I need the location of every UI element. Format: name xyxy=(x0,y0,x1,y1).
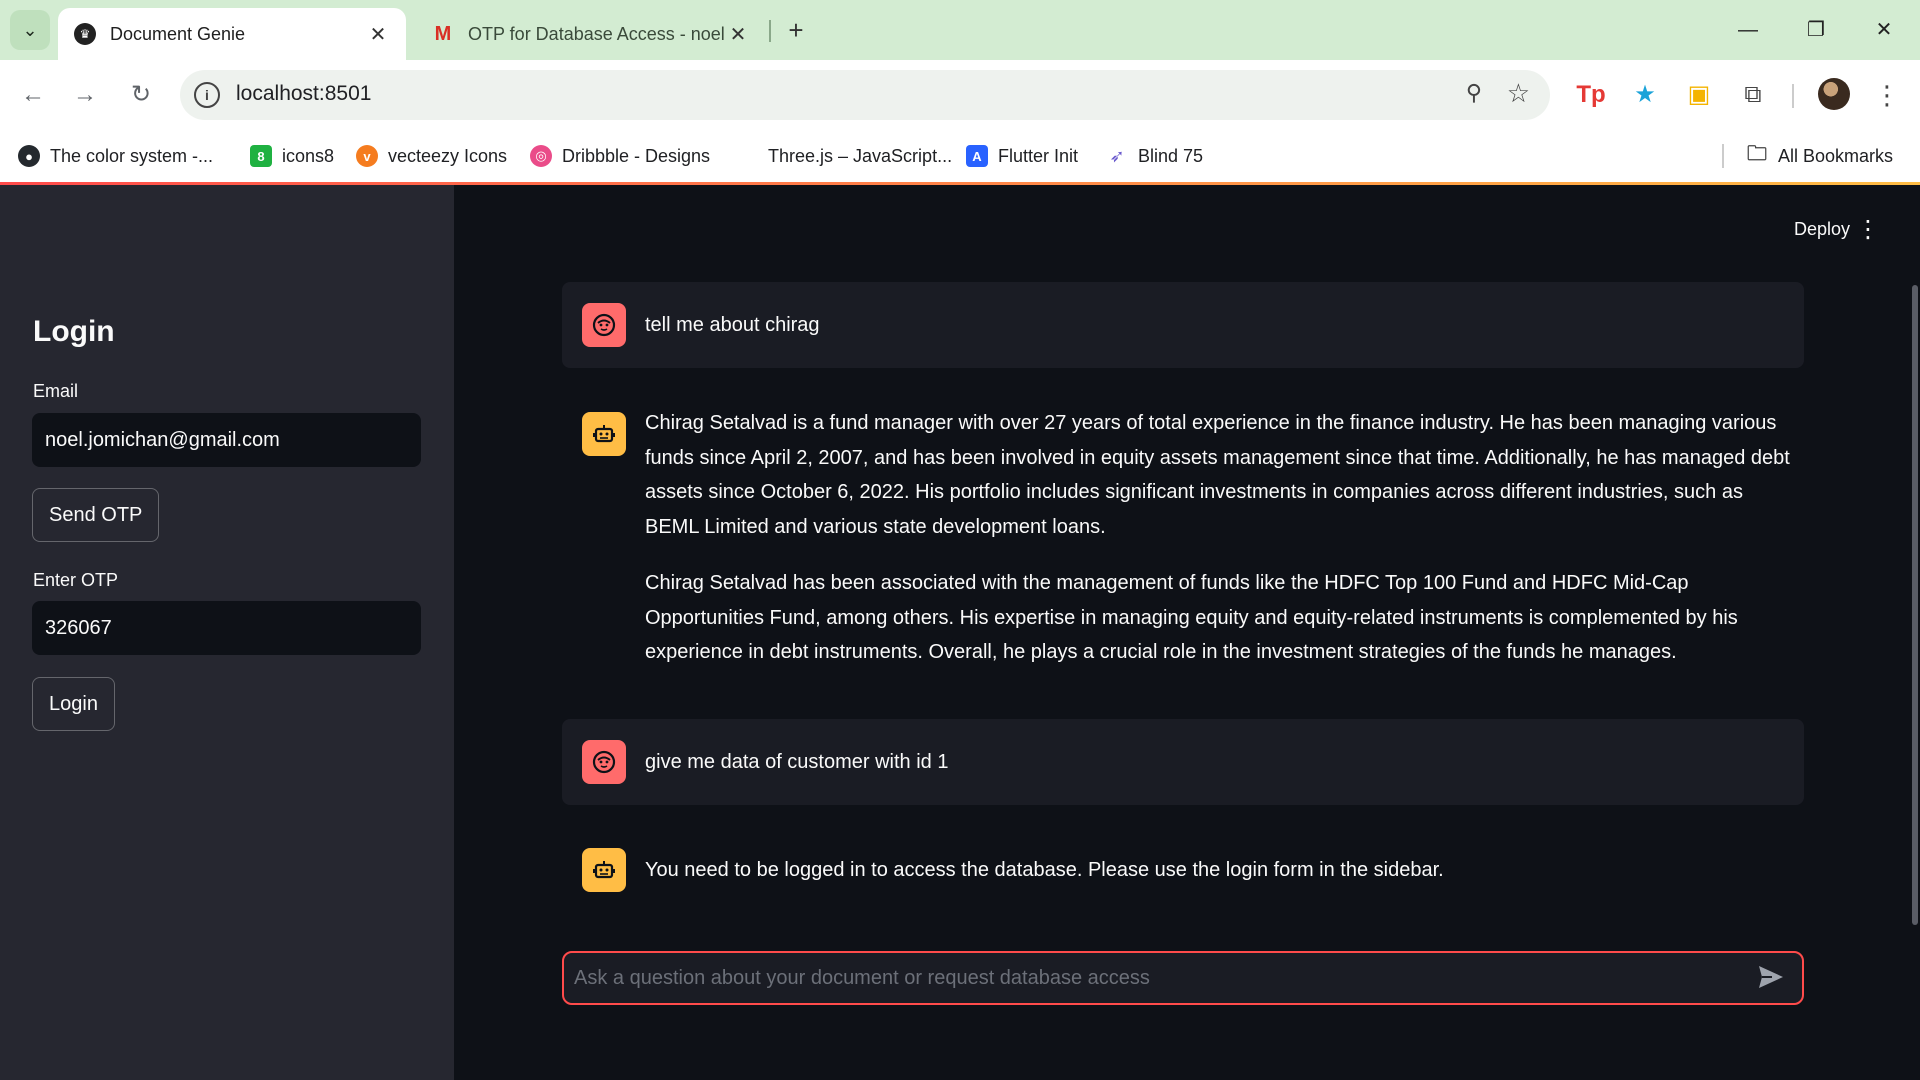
user-avatar-icon xyxy=(582,740,626,784)
message-paragraph: You need to be logged in to access the d… xyxy=(645,859,1444,881)
minimize-icon[interactable]: — xyxy=(1728,12,1768,48)
otp-field[interactable] xyxy=(32,601,421,655)
chat-message-user: give me data of customer with id 1 xyxy=(562,719,1804,805)
new-tab-button[interactable]: + xyxy=(780,14,812,46)
deploy-button[interactable]: Deploy xyxy=(1794,219,1850,240)
star-extension-icon[interactable]: ★ xyxy=(1628,78,1662,112)
chat-message-assistant: You need to be logged in to access the d… xyxy=(562,848,1804,898)
app-menu-icon[interactable]: ⋮ xyxy=(1856,215,1880,244)
browser-menu-icon[interactable]: ⋮ xyxy=(1874,76,1900,114)
bookmark-dribbble[interactable]: ◎ Dribbble - Designs xyxy=(530,142,710,170)
message-text: You need to be logged in to access the d… xyxy=(645,853,1794,888)
flutter-icon: A xyxy=(966,145,988,167)
sidebar-title: Login xyxy=(33,315,115,348)
github-icon: ● xyxy=(18,145,40,167)
dribbble-icon: ◎ xyxy=(530,145,552,167)
tp-extension-icon[interactable]: Tp xyxy=(1574,78,1608,112)
tab-title: OTP for Database Access - noel xyxy=(468,23,725,44)
message-text: give me data of customer with id 1 xyxy=(645,751,949,773)
chat-input-box xyxy=(562,951,1804,1005)
bot-avatar-icon xyxy=(582,848,626,892)
bookmarks-bar: ● The color system -... 8 icons8 v vecte… xyxy=(0,130,1920,182)
gmail-icon: M xyxy=(434,22,452,45)
bot-avatar-icon xyxy=(582,412,626,456)
all-bookmarks-button[interactable]: 🗀 All Bookmarks xyxy=(1746,142,1893,170)
close-icon[interactable]: ✕ xyxy=(366,22,390,47)
otp-label: Enter OTP xyxy=(33,570,119,590)
streamlit-crown-icon: ♛ xyxy=(74,23,96,45)
message-paragraph: Chirag Setalvad has been associated with… xyxy=(645,572,1738,663)
omnibox[interactable]: i localhost:8501 ⚲ ☆ xyxy=(180,70,1550,120)
tab-otp-email[interactable]: M OTP for Database Access - noel ✕ xyxy=(416,8,766,60)
chevron-down-icon: ⌄ xyxy=(22,19,38,40)
vecteezy-icon: v xyxy=(356,145,378,167)
back-arrow-icon[interactable]: ← xyxy=(14,76,52,114)
send-otp-button[interactable]: Send OTP xyxy=(32,488,160,542)
email-field[interactable] xyxy=(32,413,421,467)
bookmark-icons8[interactable]: 8 icons8 xyxy=(250,142,334,170)
rocket-icon: ➶ xyxy=(1109,145,1125,166)
tab-divider xyxy=(769,20,771,42)
toolbar-divider xyxy=(1792,84,1794,108)
bookmark-label: Flutter Init xyxy=(998,145,1079,166)
login-button[interactable]: Login xyxy=(32,677,115,731)
main-content: Deploy ⋮ tell me about chirag Chirag Set… xyxy=(454,185,1920,1080)
bookmark-label: Three.js – JavaScript... xyxy=(768,145,953,166)
message-text: tell me about chirag xyxy=(645,314,820,336)
send-icon[interactable] xyxy=(1756,963,1788,993)
url-text[interactable]: localhost:8501 xyxy=(236,82,371,106)
chat-message-user: tell me about chirag xyxy=(562,282,1804,368)
message-paragraph: Chirag Setalvad is a fund manager with o… xyxy=(645,412,1790,538)
tab-document-genie[interactable]: ♛ Document Genie ✕ xyxy=(58,8,406,60)
user-avatar-icon xyxy=(582,303,626,347)
address-toolbar: ← → ↻ i localhost:8501 ⚲ ☆ Tp ★ ▣ ⧉ ⋮ xyxy=(0,60,1920,130)
browser-tab-bar: ⌄ ♛ Document Genie ✕ M OTP for Database … xyxy=(0,0,1920,60)
bookmarks-divider xyxy=(1722,144,1724,168)
threejs-icon xyxy=(736,145,758,167)
bookmark-flutter-init[interactable]: A Flutter Init xyxy=(966,142,1078,170)
forward-arrow-icon[interactable]: → xyxy=(66,76,104,114)
profile-avatar[interactable] xyxy=(1818,78,1850,110)
document-extension-icon[interactable]: ▣ xyxy=(1682,78,1716,112)
icons8-icon: 8 xyxy=(250,145,272,167)
bookmark-label: vecteezy Icons xyxy=(388,145,508,166)
bookmark-threejs[interactable]: Three.js – JavaScript... xyxy=(736,142,952,170)
bookmark-label: Blind 75 xyxy=(1138,145,1204,166)
reload-icon[interactable]: ↻ xyxy=(122,76,160,114)
extensions-puzzle-icon[interactable]: ⧉ xyxy=(1736,78,1770,112)
message-text: Chirag Setalvad is a fund manager with o… xyxy=(645,406,1794,670)
bookmark-label: icons8 xyxy=(282,145,335,166)
zoom-icon[interactable]: ⚲ xyxy=(1466,80,1482,106)
bookmark-color-system[interactable]: ● The color system -... xyxy=(18,142,213,170)
bookmark-blind-75[interactable]: ➶ Blind 75 xyxy=(1106,142,1203,170)
chat-message-assistant: Chirag Setalvad is a fund manager with o… xyxy=(562,412,1804,663)
scrollbar[interactable] xyxy=(1912,285,1918,925)
folder-icon: 🗀 xyxy=(1747,143,1767,165)
site-info-icon[interactable]: i xyxy=(194,82,220,108)
restore-icon[interactable]: ❐ xyxy=(1796,12,1836,48)
bookmark-label: The color system -... xyxy=(50,145,214,166)
tab-search-button[interactable]: ⌄ xyxy=(10,10,50,50)
bookmark-vecteezy[interactable]: v vecteezy Icons xyxy=(356,142,507,170)
bookmark-label: Dribbble - Designs xyxy=(562,145,711,166)
chat-input[interactable] xyxy=(574,953,1724,1003)
window-close-icon[interactable]: ✕ xyxy=(1864,12,1904,48)
close-icon[interactable]: ✕ xyxy=(726,22,750,47)
tab-title: Document Genie xyxy=(110,23,246,44)
bookmark-star-icon[interactable]: ☆ xyxy=(1507,78,1530,109)
all-bookmarks-label: All Bookmarks xyxy=(1778,145,1894,166)
sidebar: Login Email Send OTP Enter OTP Login xyxy=(0,185,454,1080)
email-label: Email xyxy=(33,381,79,401)
